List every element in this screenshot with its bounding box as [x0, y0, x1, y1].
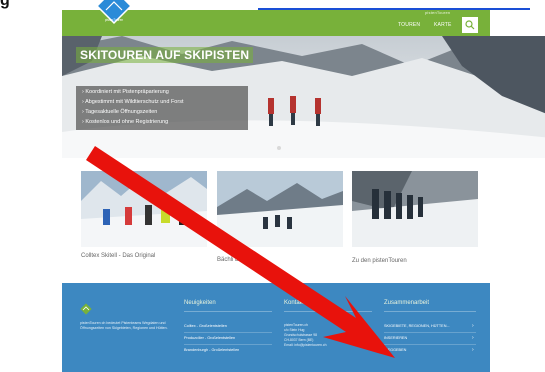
footer-divider [184, 332, 272, 333]
footer-news-item[interactable]: Brandenburgh - Großelentstellen [184, 348, 239, 352]
hero-feature-list: › Koordiniert mit Pistenpräparierung › A… [76, 86, 248, 130]
footer-news-item[interactable]: Colltex - Großelentstellen [184, 324, 227, 328]
footer-divider [184, 344, 272, 345]
footer-divider [384, 332, 476, 333]
footer-divider [384, 344, 476, 345]
footer-divider [184, 311, 272, 312]
footer-divider [284, 311, 372, 312]
footer-heading-news: Neuigkeiten [184, 300, 216, 306]
footer-partner-link[interactable]: INSERIEREN [384, 336, 407, 340]
chevron-right-icon: › [472, 347, 474, 353]
thumbnail-pistentouren[interactable] [352, 171, 478, 247]
footer-logo-icon [80, 303, 92, 315]
thumbnail-colltex[interactable] [81, 171, 207, 247]
thumbnail-label[interactable]: Colltex Skitell - Das Original [81, 253, 155, 259]
hero-bullet: › Koordiniert mit Pistenpräparierung [82, 89, 169, 95]
hero-bullet: › Kostenlos und ohne Registrierung [82, 119, 169, 125]
footer-news-item[interactable]: Produzcilier - Großelentstellen [184, 336, 235, 340]
hero-title: SKITOUREN AUF SKIPISTEN [76, 47, 254, 63]
nav-item-touren[interactable]: TOUREN [398, 22, 420, 28]
thumbnail-label[interactable]: Zu den pistenTouren [352, 258, 407, 264]
hero-bullet: › Abgestimmt mit Wildtierschutz und Fors… [82, 99, 184, 105]
logo-text: pistenTouren [105, 18, 123, 22]
page-fragment-text: g [0, 0, 10, 9]
hero-bullet: › Tagesaktuelle Öffnungszeiten [82, 109, 158, 115]
site-logo[interactable]: pistenTouren [92, 0, 136, 28]
footer-heading-partners: Zusammenarbeit [384, 300, 430, 306]
footer-contact-block: pistenTouren.ch c/o Stein Hug Grundschul… [284, 323, 372, 348]
thumbnail-baechli[interactable] [217, 171, 343, 247]
footer-divider [384, 311, 476, 312]
search-button[interactable] [462, 17, 478, 33]
brand-small-text: pistenTouren [425, 10, 451, 15]
carousel-dot[interactable] [277, 146, 281, 150]
chevron-right-icon: › [472, 323, 474, 329]
footer-partner-link[interactable]: SKIGEBIETE, REGIONEN, HÜTTEN... [384, 324, 450, 328]
chevron-right-icon: › [472, 335, 474, 341]
footer-partner-link[interactable]: SIEGGEBEN [384, 348, 406, 352]
contact-email[interactable]: Email: info@pistentouren.ch [284, 343, 372, 348]
page-fragment-link[interactable] [258, 0, 530, 10]
thumbnail-label[interactable]: Bächli Be... [217, 257, 247, 263]
search-icon [465, 20, 475, 30]
nav-item-karte[interactable]: KARTE [434, 22, 452, 28]
footer-heading-contact: Kontakt [284, 300, 305, 306]
footer-about-text: pistenTouren ch bedeutet Pistenteams Weg… [80, 321, 168, 330]
